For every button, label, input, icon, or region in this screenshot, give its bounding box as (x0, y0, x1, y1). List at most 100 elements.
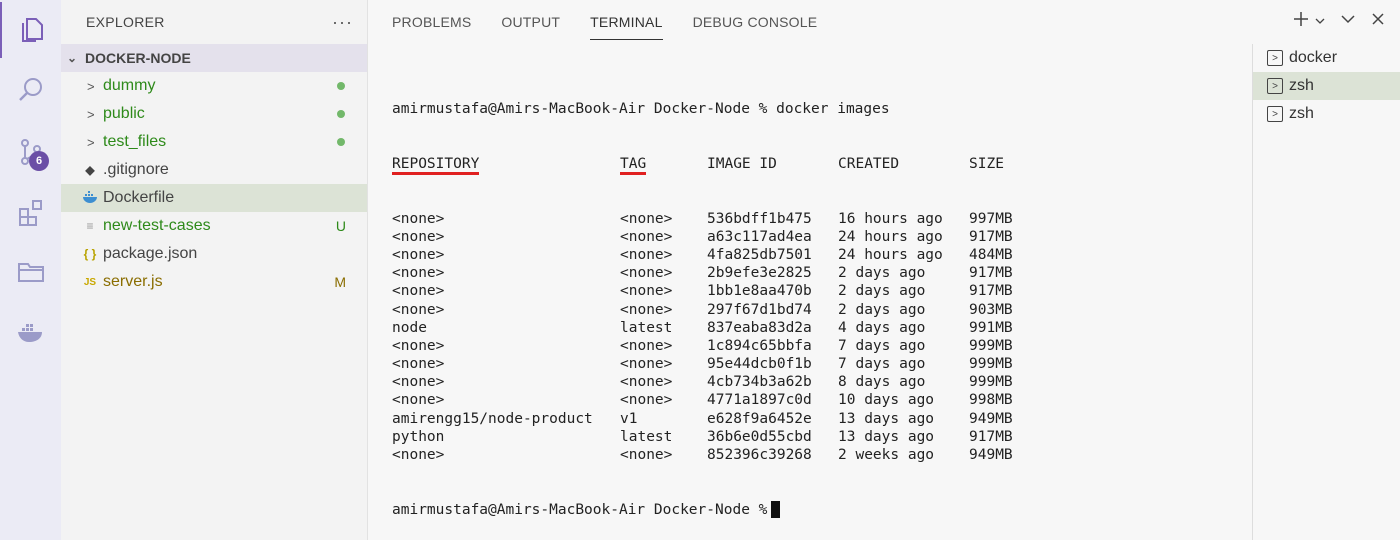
table-cell: <none> (620, 265, 673, 282)
tree-item-package-json[interactable]: { } package.json (61, 240, 367, 268)
table-row: python latest 36b6e0d55cbd 13 days ago 917MB (392, 428, 1013, 446)
tree-item-dummy[interactable]: > dummy (61, 72, 367, 100)
modified-dot (337, 82, 345, 90)
folder-icon[interactable] (0, 244, 61, 300)
table-cell: 297f67d1bd74 (707, 301, 812, 318)
extensions-icon[interactable] (0, 184, 61, 240)
terminal-item-label: zsh (1289, 77, 1314, 94)
table-cell: node (392, 319, 427, 336)
table-row: <none> <none> 95e44dcb0f1b 7 days ago 999MB (392, 355, 1013, 373)
table-cell: 536bdff1b475 (707, 210, 812, 227)
table-cell: 2 days ago (838, 265, 926, 282)
table-cell: 999MB (969, 337, 1013, 354)
table-cell: 95e44dcb0f1b (707, 356, 812, 373)
table-cell: 1c894c65bbfa (707, 337, 812, 354)
table-row: amirengg15/node-product v1 e628f9a6452e 13 … (392, 410, 1013, 428)
tree-item-label: new-test-cases (103, 217, 211, 234)
table-row: <none> <none> 4fa825db7501 24 hours ago 484M… (392, 246, 1013, 264)
table-cell: 13 days ago (838, 410, 935, 427)
table-cell: 16 hours ago (838, 210, 943, 227)
tree-item-gitignore[interactable]: ◆ .gitignore (61, 156, 367, 184)
table-cell: 2b9efe3e2825 (707, 265, 812, 282)
table-cell: 997MB (969, 210, 1013, 227)
tab-debug-console[interactable]: DEBUG CONSOLE (693, 0, 818, 44)
tab-output[interactable]: OUTPUT (501, 0, 560, 44)
tree-item-test-files[interactable]: > test_files (61, 128, 367, 156)
workspace-folder[interactable]: ⌄ DOCKER-NODE (61, 44, 367, 72)
chevron-down-icon[interactable] (1314, 11, 1326, 32)
search-icon[interactable] (0, 62, 61, 118)
table-cell: latest (620, 319, 673, 336)
table-row: <none> <none> 536bdff1b475 16 hours ago 997M… (392, 210, 1013, 228)
table-cell: 4fa825db7501 (707, 246, 812, 263)
table-cell: 24 hours ago (838, 246, 943, 263)
table-cell: <none> (620, 356, 673, 373)
table-cell: <none> (392, 337, 445, 354)
table-cell: 917MB (969, 428, 1013, 445)
table-cell: <none> (620, 392, 673, 409)
table-cell: 4cb734b3a62b (707, 374, 812, 391)
activity-bar: 6 (0, 0, 61, 540)
table-cell: 24 hours ago (838, 228, 943, 245)
table-row: <none> <none> 1c894c65bbfa 7 days ago 999MB (392, 337, 1013, 355)
tree-item-label: .gitignore (103, 161, 169, 178)
explorer-icon[interactable] (0, 2, 61, 58)
header-repository: REPOSITORY (392, 156, 480, 175)
vscode-window: 6 EXPLORER ··· ⌄ DOCKER-NODE > dummy > p… (0, 0, 1400, 540)
tab-terminal[interactable]: TERMINAL (590, 4, 663, 40)
lines-icon: ≡ (86, 219, 94, 233)
table-cell: 13 days ago (838, 428, 935, 445)
table-row: <none> <none> 1bb1e8aa470b 2 days ago 917MB (392, 282, 1013, 300)
table-cell: 1bb1e8aa470b (707, 283, 812, 300)
terminal-item-zsh[interactable]: > zsh (1253, 100, 1400, 128)
plus-icon[interactable] (1292, 10, 1310, 33)
table-cell: <none> (392, 392, 445, 409)
table-row: <none> <none> 297f67d1bd74 2 days ago 903MB (392, 301, 1013, 319)
header-tag: TAG (620, 156, 647, 175)
tab-problems[interactable]: PROBLEMS (392, 0, 471, 44)
table-header: REPOSITORY TAG IMAGE ID CREATED SIZE (392, 155, 1013, 175)
table-cell: <none> (392, 228, 445, 245)
folder-label: DOCKER-NODE (85, 50, 191, 66)
table-cell: v1 (620, 410, 638, 427)
tree-item-server-js[interactable]: JS server.js M (61, 268, 367, 296)
table-cell: <none> (392, 246, 445, 263)
tree-item-label: dummy (103, 77, 156, 94)
tree-item-new-test-cases[interactable]: ≡ new-test-cases U (61, 212, 367, 240)
source-control-icon[interactable] (0, 124, 61, 180)
terminal-item-label: zsh (1289, 105, 1314, 122)
more-actions-icon[interactable]: ··· (332, 12, 353, 33)
table-cell: 484MB (969, 246, 1013, 263)
terminal-list: > docker > zsh > zsh (1252, 44, 1400, 540)
table-cell: 949MB (969, 410, 1013, 427)
table-cell: python (392, 428, 445, 445)
docker-icon[interactable] (0, 304, 61, 360)
terminal-output[interactable]: amirmustafa@Amirs-MacBook-Air Docker-Nod… (392, 64, 1013, 540)
tree-item-label: Dockerfile (103, 189, 175, 206)
chevron-right-icon: > (87, 78, 95, 94)
tree-item-public[interactable]: > public (61, 100, 367, 128)
table-cell: 36b6e0d55cbd (707, 428, 812, 445)
docker-icon (81, 190, 99, 207)
table-cell: 949MB (969, 447, 1013, 464)
table-row: node latest 837eaba83d2a 4 days ago 991MB (392, 319, 1013, 337)
terminal-item-zsh[interactable]: > zsh (1253, 72, 1400, 100)
chevron-down-icon[interactable] (1340, 11, 1356, 32)
table-row: <none> <none> 4771a1897c0d 10 days ago 998MB (392, 391, 1013, 409)
table-cell: <none> (392, 447, 445, 464)
scm-badge: 6 (29, 151, 49, 171)
terminal-icon: > (1267, 78, 1283, 94)
table-cell: amirengg15/node-product (392, 410, 593, 427)
explorer-sidebar: EXPLORER ··· ⌄ DOCKER-NODE > dummy > pub… (61, 0, 368, 540)
terminal-item-docker[interactable]: > docker (1253, 44, 1400, 72)
terminal-panel: PROBLEMS OUTPUT TERMINAL DEBUG CONSOLE a… (368, 0, 1400, 540)
close-icon[interactable] (1370, 11, 1386, 32)
tree-item-label: public (103, 105, 145, 122)
table-row: <none> <none> 4cb734b3a62b 8 days ago 999MB (392, 373, 1013, 391)
tree-item-dockerfile[interactable]: Dockerfile (61, 184, 367, 212)
table-cell: <none> (620, 283, 673, 300)
table-cell: 999MB (969, 374, 1013, 391)
untracked-status: U (335, 218, 346, 234)
tree-item-label: test_files (103, 133, 167, 150)
table-cell: 917MB (969, 283, 1013, 300)
